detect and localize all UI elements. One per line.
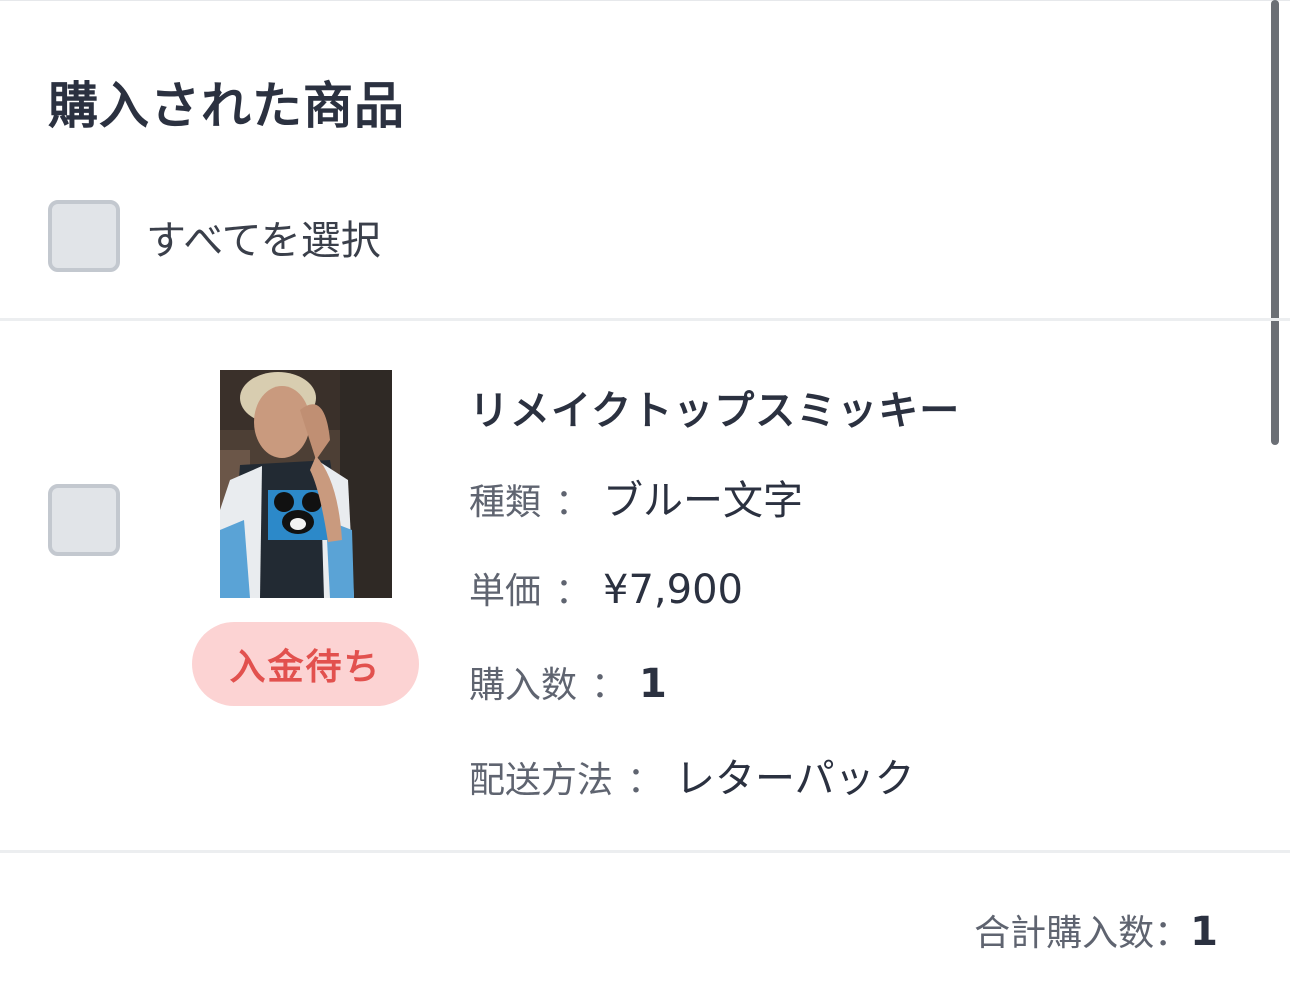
attribute-label: 配送方法 (469, 760, 614, 801)
status-badge: 入金待ち (192, 622, 419, 706)
attribute-separator: ： (591, 665, 628, 706)
product-photo (220, 370, 392, 598)
select-all-label[interactable]: すべてを選択 (146, 208, 381, 266)
attribute-shipping-method: 配送方法 ： レターパック (469, 746, 915, 804)
attribute-value: ¥7,900 (603, 567, 743, 613)
product-name[interactable]: リメイクトップスミッキー (469, 378, 960, 436)
attribute-separator: ： (555, 482, 592, 523)
section-title: 購入された商品 (48, 77, 405, 135)
attribute-separator: ： (555, 571, 592, 612)
product-image[interactable] (220, 370, 392, 598)
total-quantity: 合計購入数： 1 (974, 904, 1218, 956)
attribute-value: 1 (639, 661, 667, 707)
attribute-unit-price: 単価 ： ¥7,900 (469, 562, 743, 614)
purchased-items-page: 購入された商品 すべてを選択 入金待ち リメイクトップスミッキー 種類 ： ブル… (0, 0, 1290, 998)
scrollbar[interactable] (1271, 0, 1279, 445)
attribute-type: 種類 ： ブルー文字 (469, 468, 803, 526)
attribute-label: 種類 (469, 482, 542, 523)
attribute-label: 購入数 (469, 665, 578, 706)
attribute-value: ブルー文字 (603, 478, 804, 524)
attribute-value: レターパック (675, 756, 915, 802)
item-checkbox[interactable] (48, 484, 120, 556)
attribute-quantity: 購入数 ： 1 (469, 656, 667, 708)
total-quantity-value: 1 (1190, 909, 1218, 955)
total-quantity-label: 合計購入数： (974, 913, 1191, 954)
top-border (0, 0, 1290, 1)
attribute-separator: ： (627, 760, 664, 801)
divider (0, 850, 1290, 853)
divider (0, 318, 1290, 321)
select-all-checkbox[interactable] (48, 200, 120, 272)
attribute-label: 単価 (469, 571, 542, 612)
